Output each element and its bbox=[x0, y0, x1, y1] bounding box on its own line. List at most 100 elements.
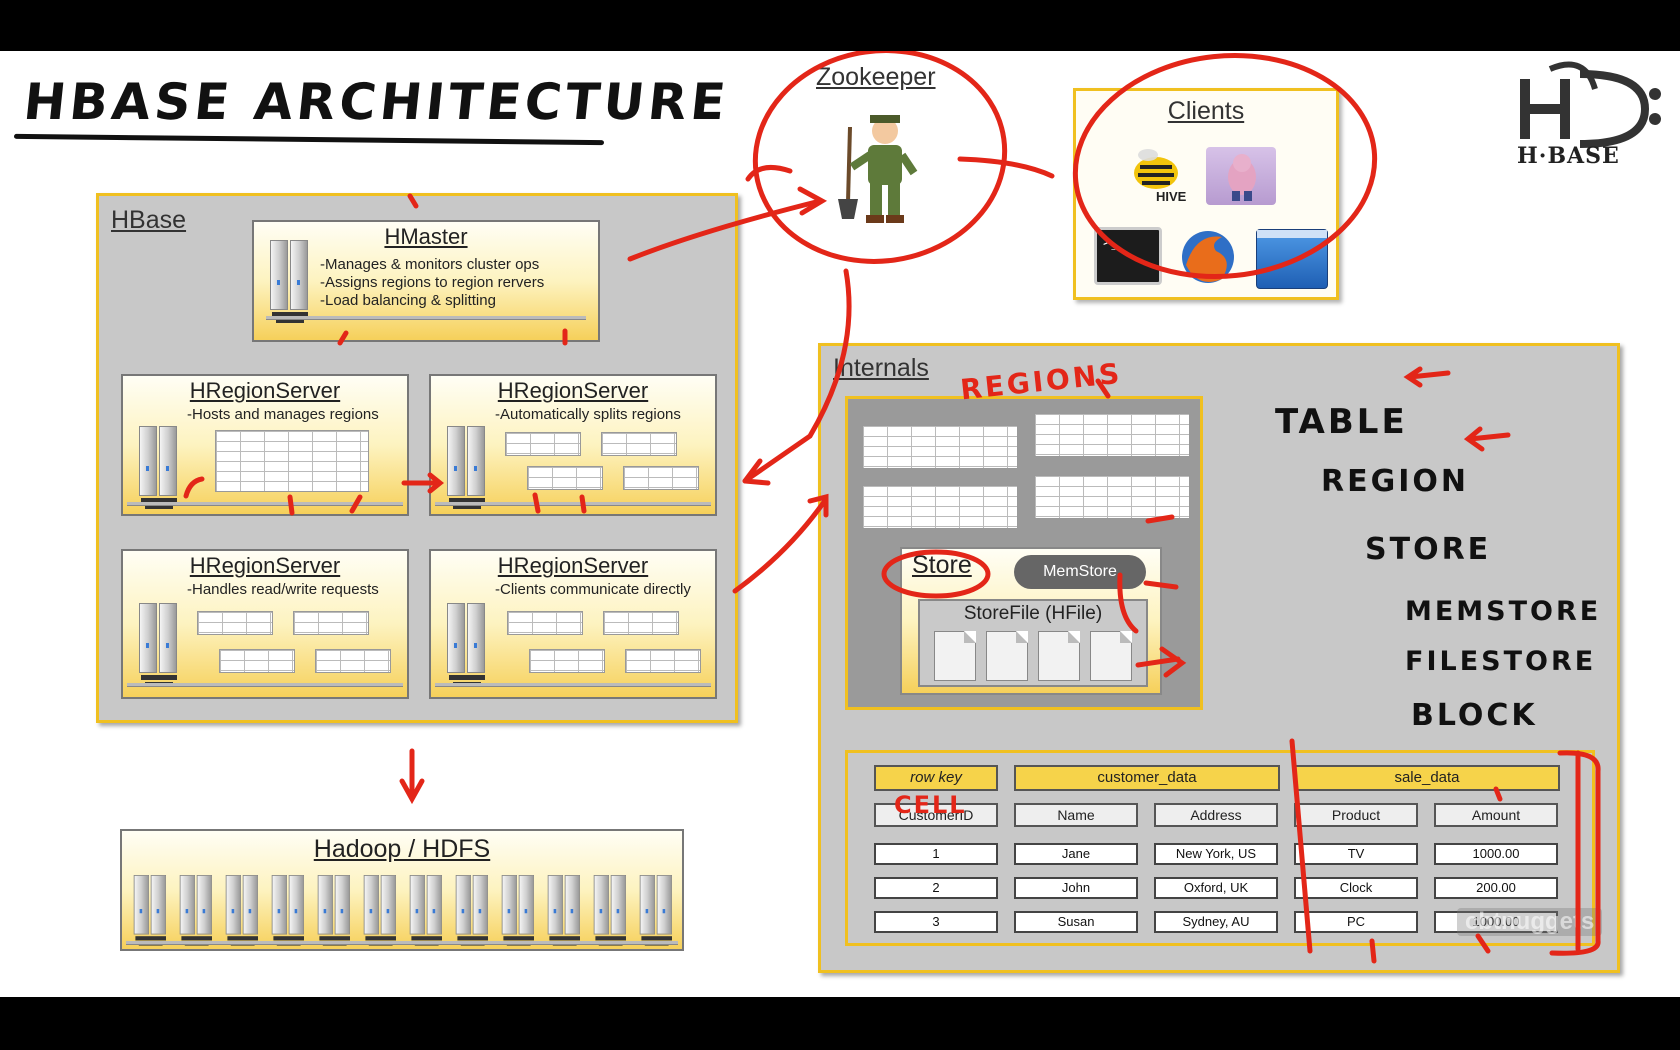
internals-panel: Internals Store MemStore StoreFile (HFil… bbox=[818, 343, 1620, 973]
server-icon bbox=[137, 426, 181, 509]
column-header: Address bbox=[1154, 803, 1278, 827]
region-server-desc: -Hosts and manages regions bbox=[187, 406, 379, 423]
zookeeper: Zookeeper bbox=[800, 63, 970, 243]
region-server-title: HRegionServer bbox=[189, 553, 341, 578]
hbase-logo: H·BASE bbox=[1505, 59, 1665, 169]
terminal-icon: >_ bbox=[1094, 227, 1162, 285]
region-table bbox=[601, 432, 677, 456]
server-icon bbox=[445, 426, 489, 509]
storefile-box: StoreFile (HFile) bbox=[918, 599, 1148, 687]
table-cell: TV bbox=[1294, 843, 1418, 865]
annot-store: STORE bbox=[1365, 532, 1492, 567]
table-cell: 1 bbox=[874, 843, 998, 865]
annot-table: TABLE bbox=[1275, 402, 1408, 442]
region-server-1: HRegionServer -Hosts and manages regions bbox=[121, 374, 409, 516]
region-table bbox=[505, 432, 581, 456]
sale-data-header: sale_data bbox=[1294, 765, 1560, 791]
table-cell: 1000.00 bbox=[1434, 843, 1558, 865]
title-underline bbox=[13, 133, 605, 146]
server-icon bbox=[178, 875, 215, 946]
region-table bbox=[1034, 475, 1190, 519]
server-icon bbox=[408, 875, 445, 946]
region-table bbox=[623, 466, 699, 490]
annot-region: REGION bbox=[1321, 464, 1469, 499]
region-table bbox=[197, 611, 273, 635]
region-server-4: HRegionServer -Clients communicate direc… bbox=[429, 549, 717, 699]
region-server-2: HRegionServer -Automatically splits regi… bbox=[429, 374, 717, 516]
table-cell: 200.00 bbox=[1434, 877, 1558, 899]
table-cell: 3 bbox=[874, 911, 998, 933]
server-icon bbox=[137, 603, 181, 686]
server-icon bbox=[224, 875, 261, 946]
region-server-title: HRegionServer bbox=[497, 553, 649, 578]
firefox-icon bbox=[1176, 225, 1240, 289]
internals-title: Internals bbox=[833, 354, 929, 382]
storefile-title: StoreFile (HFile) bbox=[963, 603, 1103, 624]
hmaster-desc-1: -Manages & monitors cluster ops bbox=[320, 256, 540, 273]
window-icon bbox=[1256, 229, 1328, 289]
hbase-logo-icon bbox=[1520, 61, 1661, 148]
server-icon bbox=[638, 875, 675, 946]
column-header: Product bbox=[1294, 803, 1418, 827]
server-icon bbox=[445, 603, 489, 686]
table-cell: Sydney, AU bbox=[1154, 911, 1278, 933]
annot-block: BLOCK bbox=[1411, 698, 1538, 733]
zookeeper-title: Zookeeper bbox=[816, 63, 936, 91]
server-icon bbox=[592, 875, 629, 946]
hfile-block-icon bbox=[986, 631, 1028, 681]
table-cell: 2 bbox=[874, 877, 998, 899]
annot-filestore: FILESTORE bbox=[1405, 646, 1597, 677]
hive-bee-icon: HIVE bbox=[1126, 147, 1188, 205]
hbase-panel-title: HBase bbox=[111, 206, 187, 234]
clients-title: Clients bbox=[1167, 97, 1245, 125]
region-server-title: HRegionServer bbox=[189, 378, 341, 403]
store-title: Store bbox=[912, 551, 972, 579]
hbase-panel: HBase HMaster -Manages & monitors cluste… bbox=[96, 193, 738, 723]
row-key-header: row key bbox=[874, 765, 998, 791]
server-icon bbox=[316, 875, 353, 946]
region-server-3: HRegionServer -Handles read/write reques… bbox=[121, 549, 409, 699]
table-cell: Oxford, UK bbox=[1154, 877, 1278, 899]
region-table bbox=[293, 611, 369, 635]
logo-text: H·BASE bbox=[1517, 143, 1620, 169]
clients-box: Clients HIVE >_ bbox=[1073, 88, 1339, 300]
region-table bbox=[603, 611, 679, 635]
server-icon bbox=[546, 875, 583, 946]
memstore-pill: MemStore bbox=[1014, 555, 1146, 589]
server-icon bbox=[500, 875, 537, 946]
region-server-desc: -Automatically splits regions bbox=[495, 406, 681, 423]
region-table bbox=[529, 649, 605, 673]
region-server-desc: -Clients communicate directly bbox=[495, 581, 691, 598]
region-table bbox=[625, 649, 701, 673]
server-icon bbox=[270, 875, 307, 946]
annot-memstore: MEMSTORE bbox=[1405, 596, 1602, 627]
server-icon bbox=[268, 240, 312, 323]
regions-area: Store MemStore StoreFile (HFile) bbox=[845, 396, 1203, 710]
region-table bbox=[215, 430, 369, 492]
table-cell: Clock bbox=[1294, 877, 1418, 899]
region-table bbox=[219, 649, 295, 673]
table-cell: PC bbox=[1294, 911, 1418, 933]
slide-canvas: HBASE ARCHITECTURE H·BASE HBase HMaster … bbox=[0, 51, 1680, 997]
table-cell: Susan bbox=[1014, 911, 1138, 933]
hmaster-desc-3: -Load balancing & splitting bbox=[320, 292, 496, 309]
watermark: cbtnuggets bbox=[1457, 908, 1603, 936]
column-header: Name bbox=[1014, 803, 1138, 827]
table-cell: New York, US bbox=[1154, 843, 1278, 865]
hive-label: HIVE bbox=[1156, 189, 1187, 204]
column-header: Amount bbox=[1434, 803, 1558, 827]
hfile-block-icon bbox=[934, 631, 976, 681]
zookeeper-mascot-icon bbox=[838, 115, 918, 223]
annot-cell: CELL bbox=[894, 791, 967, 819]
pig-icon bbox=[1206, 147, 1276, 205]
server-icon bbox=[132, 875, 169, 946]
region-table bbox=[527, 466, 603, 490]
customer-data-header: customer_data bbox=[1014, 765, 1280, 791]
region-table bbox=[862, 425, 1018, 469]
hmaster-box: HMaster -Manages & monitors cluster ops … bbox=[252, 220, 600, 342]
region-server-title: HRegionServer bbox=[497, 378, 649, 403]
table-cell: Jane bbox=[1014, 843, 1138, 865]
server-icon bbox=[362, 875, 399, 946]
hfile-block-icon bbox=[1090, 631, 1132, 681]
region-server-desc: -Handles read/write requests bbox=[187, 581, 379, 598]
